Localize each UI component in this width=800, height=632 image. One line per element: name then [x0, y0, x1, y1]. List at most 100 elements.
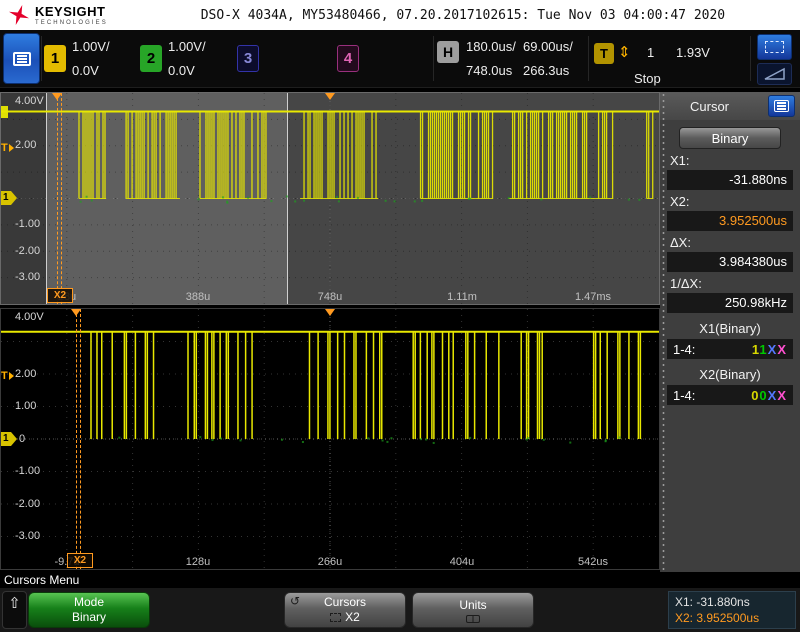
right-arrow-icon — [8, 143, 14, 152]
time-axis-label: 128u — [185, 556, 211, 568]
v-axis-label: -3.00 — [15, 271, 41, 283]
main-sweep-panel[interactable]: 4.00V 2.00 -1.00 -2.00 -3.00 T 1 28u 388… — [0, 92, 660, 305]
cursor-x2-value: 3.952500us — [667, 211, 793, 231]
time-axis-label: 1.11m — [447, 291, 477, 303]
instrument-title: DSO-X 4034A, MY53480466, 07.20.201710261… — [200, 7, 726, 23]
readout-x1: X1: -31.880ns — [675, 595, 750, 609]
v-axis-label: 2.00 — [15, 139, 37, 151]
separator — [433, 36, 434, 81]
time-axis-label: 388u — [185, 291, 211, 303]
main-timebase-scale: 180.0us/ — [466, 39, 516, 54]
waveform-shape-icon[interactable] — [757, 63, 792, 85]
time-axis-label: 748u — [317, 291, 343, 303]
cursor-x1-line[interactable] — [76, 309, 77, 569]
channel3-badge[interactable]: 3 — [237, 45, 259, 72]
trigger-time-marker — [71, 309, 81, 316]
time-reference-marker — [325, 309, 335, 316]
cursor-invdeltax-label: 1/ΔX: — [670, 276, 702, 291]
waveform-display: 4.00V 2.00 -1.00 -2.00 -3.00 T 1 28u 388… — [0, 88, 660, 572]
channel2-scale: 1.00V/ — [168, 39, 206, 54]
zoom-timebase-scale: 69.00us/ — [523, 39, 573, 54]
time-axis-label: 404u — [449, 556, 475, 568]
trigger-badge[interactable]: T — [594, 43, 614, 64]
x1-binary-digits: 11XX — [751, 341, 787, 357]
separator — [588, 36, 589, 81]
toolbar: 1 1.00V/ 0.0V 2 1.00V/ 0.0V 3 4 H 180.0u… — [0, 30, 800, 88]
channel2-offset: 0.0V — [168, 63, 195, 78]
zoom-timebase-delay: 266.3us — [523, 63, 570, 78]
trigger-updown-icon: ⇕ — [618, 43, 631, 61]
channel1-values[interactable]: 1.00V/ 0.0V — [72, 39, 110, 78]
menu-icon — [774, 100, 789, 112]
right-arrow-icon — [10, 191, 17, 205]
channel2-badge[interactable]: 2 — [140, 45, 162, 72]
trigger-level: 1.93V — [676, 45, 710, 60]
right-arrow-icon — [8, 371, 14, 380]
softkey-bar: ⇧ Mode Binary ↺ Cursors X2 Units X1: -31… — [0, 588, 800, 632]
trigger-marker-label: T — [1, 141, 8, 154]
softkey-cursors-line2: X2 — [345, 610, 360, 624]
channel1-badge[interactable]: 1 — [44, 45, 66, 72]
oscilloscope-screen: KEYSIGHT TECHNOLOGIES DSO-X 4034A, MY534… — [0, 0, 800, 632]
trigger-level-marker[interactable]: T — [1, 141, 14, 154]
cursor-x2-flag[interactable]: X2 — [47, 288, 73, 303]
binary-mode-button[interactable]: Binary — [679, 127, 781, 149]
ramp-icon — [764, 67, 785, 80]
main-menu-button[interactable] — [3, 33, 40, 84]
run-state: Stop — [634, 71, 661, 86]
channel-marker-label: 1 — [1, 191, 11, 205]
v-axis-label: 4.00V — [15, 311, 44, 323]
menu-icon — [12, 51, 31, 66]
sidebar-drag-handle[interactable] — [661, 92, 666, 572]
sidebar-header: Cursor — [660, 92, 800, 120]
channel-marker-label: 1 — [1, 432, 11, 446]
trigger-source: 1 — [647, 45, 655, 60]
return-icon: ↺ — [290, 594, 301, 608]
softkey-units[interactable]: Units — [412, 592, 534, 628]
time-axis-label: 266u — [317, 556, 343, 568]
cursor-readout: X1: -31.880ns X2: 3.952500us — [668, 591, 796, 629]
cursor-x2-line[interactable] — [80, 309, 81, 569]
brand-name: KEYSIGHT — [35, 3, 106, 19]
menu-title: Cursors Menu — [0, 572, 800, 588]
time-axis-label: 542us — [578, 556, 608, 568]
keysight-spark-icon — [8, 4, 30, 26]
x1-binary-title: X1(Binary) — [699, 321, 761, 336]
cursor-deltax-label: ΔX: — [670, 235, 691, 250]
cursor-x1-line[interactable] — [57, 93, 58, 304]
horizontal-badge[interactable]: H — [437, 41, 459, 63]
cursor-x2-label: X2: — [670, 194, 690, 209]
time-reference-marker — [325, 93, 335, 100]
v-axis-label: -2.00 — [15, 245, 41, 257]
channel2-values[interactable]: 1.00V/ 0.0V — [168, 39, 206, 78]
cursor-sidebar: Cursor Binary X1: -31.880ns X2: 3.952500… — [660, 92, 800, 572]
trigger-level-marker[interactable]: T — [1, 369, 14, 382]
back-button[interactable]: ⇧ — [2, 591, 27, 629]
channel1-ground-marker[interactable]: 1 — [1, 191, 17, 205]
main-sweep-waveform — [1, 93, 659, 304]
channel1-ground-marker[interactable]: 1 — [1, 432, 17, 446]
softkey-mode-line1: Mode — [73, 595, 105, 609]
cursor-x2-flag[interactable]: X2 — [67, 553, 93, 568]
sidebar-menu-button[interactable] — [768, 95, 795, 117]
zoom-sweep-panel[interactable]: 4.00V 2.00 1.00 0 -1.00 -2.00 -3.00 T 1 … — [0, 308, 660, 570]
softkey-cursors-line1: Cursors — [323, 595, 366, 609]
separator — [41, 36, 42, 81]
trigger-time-marker — [52, 93, 62, 100]
header-bar: KEYSIGHT TECHNOLOGIES DSO-X 4034A, MY534… — [0, 0, 800, 30]
x1-binary-row: 1-4: 11XX — [667, 339, 793, 359]
cursor-icon — [330, 613, 342, 622]
x2-binary-row: 1-4: 00XX — [667, 385, 793, 405]
zoom-window-button[interactable] — [757, 34, 792, 60]
softkey-mode[interactable]: Mode Binary — [28, 592, 150, 628]
horizontal-main-values: 180.0us/ 748.0us — [466, 39, 516, 78]
channel4-badge[interactable]: 4 — [337, 45, 359, 72]
softkey-cursors[interactable]: ↺ Cursors X2 — [284, 592, 406, 628]
up-arrow-icon: ⇧ — [8, 594, 21, 612]
cursor-x2-line[interactable] — [61, 93, 62, 304]
main-timebase-delay: 748.0us — [466, 63, 513, 78]
x2-binary-title: X2(Binary) — [699, 367, 761, 382]
v-axis-label: -1.00 — [15, 218, 41, 230]
trigger-marker-label: T — [1, 369, 8, 382]
cursor-deltax-value: 3.984380us — [667, 252, 793, 272]
